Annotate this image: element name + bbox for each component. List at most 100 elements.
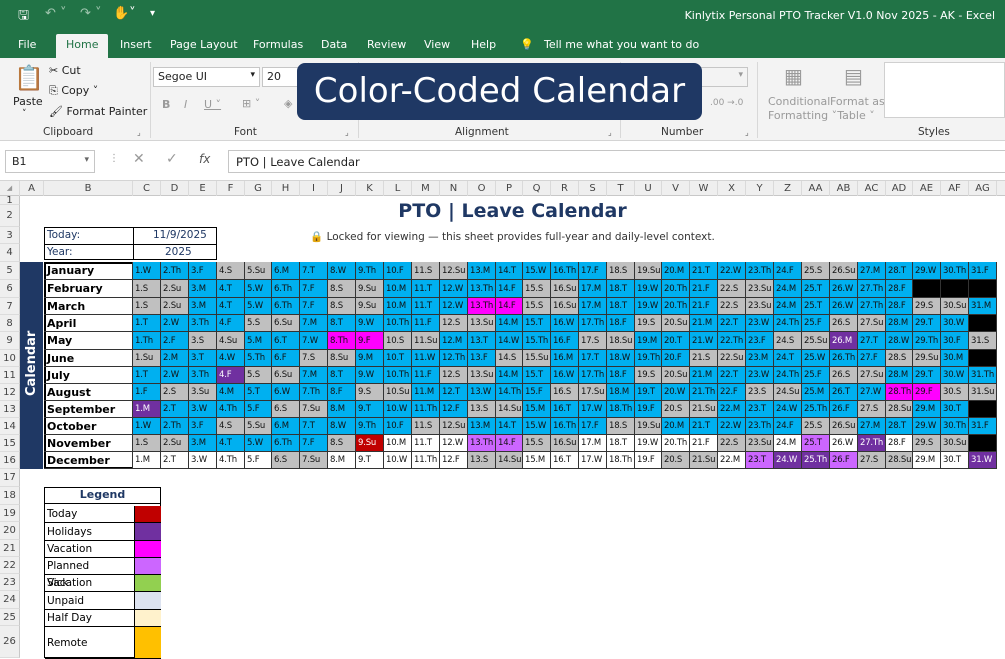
row-header-15[interactable]: 15 (0, 435, 20, 452)
day-cell[interactable]: 14.Su (496, 401, 523, 418)
day-cell[interactable]: 24.M (774, 435, 802, 452)
day-cell[interactable]: 21.Th (690, 384, 718, 401)
drag-handle-icon[interactable]: ⋮ (109, 153, 119, 164)
day-cell[interactable]: 17.Th (579, 315, 607, 332)
day-cell[interactable]: 31.M (969, 298, 997, 315)
column-header-g[interactable]: G (245, 181, 272, 196)
day-cell[interactable]: 10.F (384, 262, 412, 280)
day-cell[interactable]: 14.Su (496, 452, 523, 469)
row-header-11[interactable]: 11 (0, 367, 20, 384)
day-cell[interactable]: 19.F (635, 452, 662, 469)
day-cell[interactable]: 9.Su (356, 435, 384, 452)
day-cell[interactable]: 30.T (941, 401, 969, 418)
column-header-s[interactable]: S (579, 181, 607, 196)
day-cell[interactable]: 3.S (189, 332, 217, 350)
day-cell[interactable]: 15.M (523, 452, 551, 469)
column-header-ae[interactable]: AE (913, 181, 941, 196)
day-cell[interactable]: 26.Th (830, 350, 858, 367)
day-cell[interactable]: 25.F (802, 315, 830, 332)
day-cell[interactable]: 3.W (189, 452, 217, 469)
format-painter-button[interactable]: 🖌 Format Painter (49, 105, 147, 118)
column-header-z[interactable]: Z (774, 181, 802, 196)
day-cell[interactable]: 5.S (245, 367, 272, 384)
day-cell[interactable]: 12.F (440, 401, 468, 418)
day-cell[interactable]: 27.M (858, 262, 886, 280)
row-header-17[interactable]: 17 (0, 469, 20, 487)
day-cell[interactable]: 10.T (384, 350, 412, 367)
day-cell[interactable]: 19.W (635, 280, 662, 298)
font-size-select[interactable]: 20 (262, 67, 302, 87)
day-cell[interactable]: 27.Su (858, 367, 886, 384)
decimal-icon[interactable]: .00 →.0 (710, 98, 743, 108)
day-cell[interactable]: 7.Th (300, 384, 328, 401)
day-cell[interactable]: 27.T (858, 332, 886, 350)
day-cell[interactable]: 30.Su (941, 298, 969, 315)
day-cell[interactable]: 11.T (412, 280, 440, 298)
day-cell[interactable]: 24.F (774, 418, 802, 435)
day-cell[interactable]: 12.W (440, 298, 468, 315)
day-cell[interactable]: 11.T (412, 435, 440, 452)
empty-day-cell[interactable] (969, 280, 997, 298)
tab-file[interactable]: File (18, 38, 36, 51)
day-cell[interactable]: 14.M (496, 367, 523, 384)
day-cell[interactable]: 6.S (272, 401, 300, 418)
day-cell[interactable]: 11.S (412, 418, 440, 435)
day-cell[interactable]: 19.F (635, 401, 662, 418)
tab-formulas[interactable]: Formulas (253, 38, 303, 51)
day-cell[interactable]: 28.Su (886, 401, 913, 418)
day-cell[interactable]: 31.W (969, 452, 997, 469)
day-cell[interactable]: 9.Su (356, 298, 384, 315)
column-header-k[interactable]: K (356, 181, 384, 196)
day-cell[interactable]: 4.S (217, 262, 245, 280)
day-cell[interactable]: 15.F (523, 384, 551, 401)
name-box[interactable]: B1 ▾ (5, 150, 95, 173)
day-cell[interactable]: 3.F (189, 418, 217, 435)
number-format-select[interactable]: ▾ (700, 67, 748, 87)
day-cell[interactable]: 22.S (718, 280, 746, 298)
day-cell[interactable]: 7.Su (300, 452, 328, 469)
day-cell[interactable]: 16.Su (551, 298, 579, 315)
day-cell[interactable]: 22.W (718, 418, 746, 435)
day-cell[interactable]: 22.Su (718, 350, 746, 367)
day-cell[interactable]: 27.S (858, 401, 886, 418)
day-cell[interactable]: 13.F (468, 350, 496, 367)
day-cell[interactable]: 24.M (774, 280, 802, 298)
day-cell[interactable]: 5.M (245, 332, 272, 350)
day-cell[interactable]: 12.T (440, 384, 468, 401)
day-cell[interactable]: 31.F (969, 262, 997, 280)
empty-day-cell[interactable] (969, 350, 997, 367)
column-header-t[interactable]: T (607, 181, 635, 196)
day-cell[interactable]: 12.W (440, 435, 468, 452)
day-cell[interactable]: 15.T (523, 315, 551, 332)
day-cell[interactable]: 3.T (189, 350, 217, 367)
day-cell[interactable]: 23.W (746, 315, 774, 332)
day-cell[interactable]: 28.M (886, 315, 913, 332)
day-cell[interactable]: 19.Su (635, 262, 662, 280)
day-cell[interactable]: 24.T (774, 350, 802, 367)
day-cell[interactable]: 25.S (802, 262, 830, 280)
day-cell[interactable]: 13.Th (468, 435, 496, 452)
day-cell[interactable]: 24.Th (774, 315, 802, 332)
tab-help[interactable]: Help (471, 38, 496, 51)
day-cell[interactable]: 14.S (496, 350, 523, 367)
day-cell[interactable]: 30.F (941, 332, 969, 350)
column-header-l[interactable]: L (384, 181, 412, 196)
day-cell[interactable]: 12.Su (440, 418, 468, 435)
day-cell[interactable]: 8.W (328, 262, 356, 280)
day-cell[interactable]: 9.W (356, 315, 384, 332)
day-cell[interactable]: 29.Su (913, 350, 941, 367)
day-cell[interactable]: 15.S (523, 435, 551, 452)
day-cell[interactable]: 9.T (356, 401, 384, 418)
day-cell[interactable]: 12.S (440, 367, 468, 384)
day-cell[interactable]: 23.Su (746, 280, 774, 298)
day-cell[interactable]: 30.Su (941, 435, 969, 452)
day-cell[interactable]: 6.M (272, 418, 300, 435)
column-header-r[interactable]: R (551, 181, 579, 196)
day-cell[interactable]: 5.S (245, 315, 272, 332)
day-cell[interactable]: 17.W (579, 401, 607, 418)
day-cell[interactable]: 4.F (217, 367, 245, 384)
cancel-icon[interactable]: ✕ (133, 151, 145, 167)
day-cell[interactable]: 21.T (690, 262, 718, 280)
day-cell[interactable]: 12.Su (440, 262, 468, 280)
day-cell[interactable]: 5.W (245, 435, 272, 452)
